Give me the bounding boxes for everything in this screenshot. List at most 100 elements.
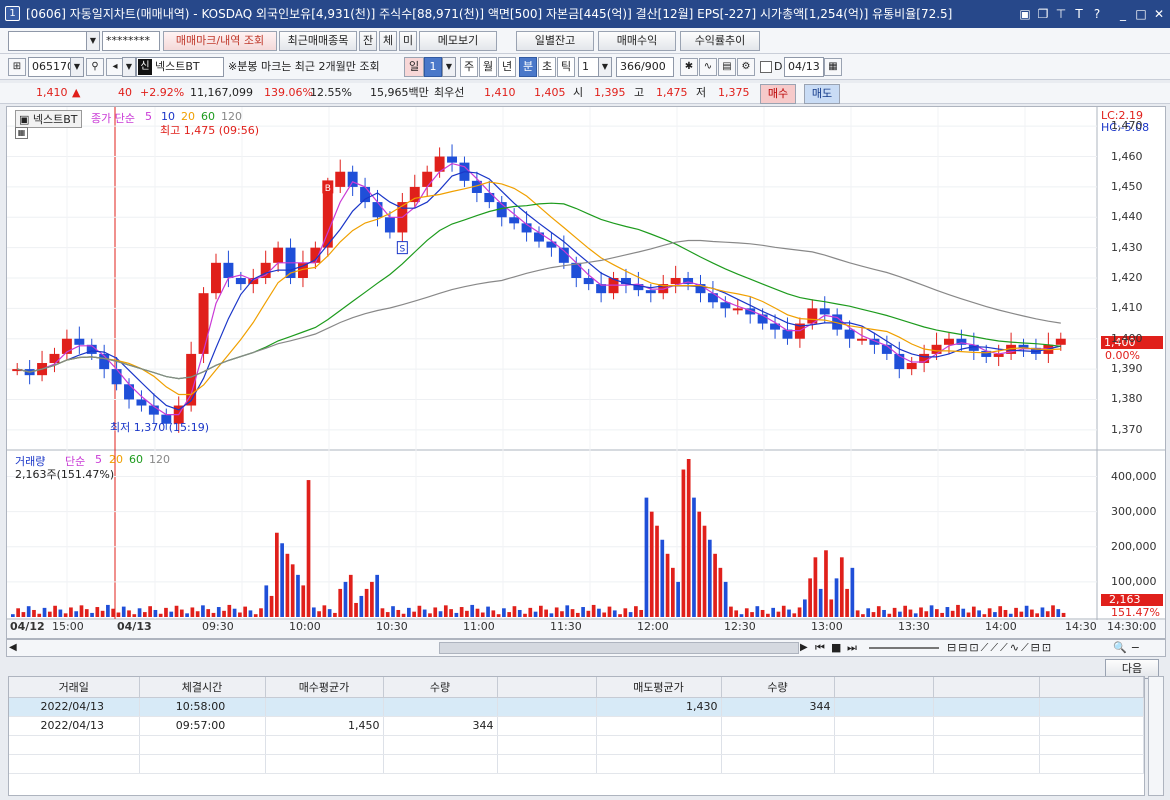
tab-tick[interactable]: 틱 (557, 57, 575, 77)
volume-bar (121, 606, 126, 617)
high-label: 고 (634, 86, 645, 99)
password-field[interactable]: ******** (102, 31, 160, 51)
trade-history-table: 거래일 체결시간 매수평균가 수량 매도평균가 수량 2022/04/13 10… (8, 676, 1145, 796)
time-axis-right: 14:30:00 (1107, 620, 1157, 633)
volume-bar (37, 613, 42, 617)
drawing-tools-icon[interactable]: ⊟⊟⊡⟋⟋⟋∿⟋⊟⊡ (947, 640, 1053, 656)
grid-toggle-icon[interactable]: ▦ (15, 127, 28, 139)
volume-bar (433, 607, 438, 617)
candle-body (186, 353, 197, 406)
scroll-right-icon[interactable]: ▶ (800, 640, 808, 656)
volume-bar (364, 588, 369, 617)
memo-button[interactable]: 메모보기 (419, 31, 497, 51)
table-row[interactable]: 2022/04/13 09:57:00 1,450 344 (9, 716, 1144, 736)
period-dropdown-icon[interactable]: ▼ (442, 57, 456, 77)
price-volume-chart[interactable]: BS (7, 107, 1165, 638)
chart-tool-icon[interactable]: ✱ (680, 58, 698, 76)
time-label-6: 11:00 (463, 620, 495, 633)
forward-icon[interactable]: ⏭ (847, 640, 857, 656)
date-input[interactable]: 04/13 (784, 57, 824, 77)
settings-icon[interactable]: ⚙ (737, 58, 755, 76)
candle-body (372, 202, 383, 218)
tab-week[interactable]: 주 (460, 57, 478, 77)
return-trend-button[interactable]: 수익률추이 (680, 31, 760, 51)
volume-bar (148, 606, 152, 617)
buy-button[interactable]: 매수 (760, 84, 796, 104)
stock-name-box[interactable]: 신 넥스트BT (136, 57, 224, 77)
trade-profit-button[interactable]: 매매수익 (598, 31, 676, 51)
volume-bar (211, 612, 216, 617)
indicator-icon[interactable]: ∿ (699, 58, 717, 76)
mark-history-button[interactable]: 매매마크/내역 조회 (163, 31, 277, 51)
stock-list-icon[interactable]: ⊞ (8, 58, 26, 76)
volume-bar (998, 606, 1003, 617)
speaker-dropdown-icon[interactable]: ▼ (122, 57, 136, 77)
stop-icon[interactable]: ■ (831, 640, 841, 656)
close-icon[interactable]: ✕ (1150, 0, 1168, 28)
volume-bar (42, 607, 47, 617)
volume-bar (354, 602, 358, 617)
account-select[interactable] (8, 31, 88, 51)
volume-bar (74, 611, 79, 617)
d-checkbox[interactable] (760, 61, 772, 73)
recent-trades-button[interactable]: 최근매매종목 (279, 31, 357, 51)
che-button[interactable]: 체 (379, 31, 397, 51)
volume-bar (11, 614, 15, 617)
period-value[interactable]: 1 (424, 57, 442, 77)
account-dropdown-icon[interactable]: ▼ (86, 31, 100, 51)
search-icon[interactable]: ⚲ (86, 58, 104, 76)
chart-area[interactable]: BS ▣ 넥스트BT 종가 단순 5 10 20 60 120 ▦ 최고 1,4… (6, 106, 1166, 639)
candle-body (384, 217, 395, 233)
candle-body (571, 262, 582, 278)
maximize-icon[interactable]: □ (1132, 0, 1150, 28)
tab-minute[interactable]: 분 (519, 57, 537, 77)
jan-button[interactable]: 잔 (359, 31, 377, 51)
volume-bar (723, 581, 728, 617)
calendar-icon[interactable]: ▦ (824, 58, 842, 76)
zoom-slider[interactable] (869, 647, 939, 649)
daily-balance-button[interactable]: 일별잔고 (516, 31, 594, 51)
rewind-icon[interactable]: ⏮ (815, 640, 825, 656)
volume-bar (1061, 612, 1066, 617)
volume-bar (195, 611, 200, 617)
table-row[interactable]: 2022/04/13 10:58:00 1,430 344 (9, 697, 1144, 717)
count-input[interactable]: 366/900 (616, 57, 674, 77)
price-tick-label: 1,470 (1111, 119, 1143, 133)
interval-input[interactable]: 1 (578, 57, 600, 77)
volume-bar (407, 607, 411, 617)
cell-buy-avg (265, 697, 384, 717)
table-scrollbar[interactable] (1148, 676, 1164, 796)
text-icon[interactable]: T (1070, 0, 1088, 28)
volume-bar (861, 614, 865, 617)
volume-bar (766, 613, 770, 617)
help-icon[interactable]: ? (1088, 0, 1106, 28)
tab-second[interactable]: 초 (538, 57, 556, 77)
code-dropdown-icon[interactable]: ▼ (70, 57, 84, 77)
time-label-7: 11:30 (550, 620, 582, 633)
sell-button[interactable]: 매도 (804, 84, 840, 104)
candle-body (447, 156, 458, 163)
cell-blank (497, 697, 597, 717)
chart-stock-name: 넥스트BT (32, 113, 78, 126)
volume-bar (422, 609, 427, 617)
pin-icon[interactable]: ⊤ (1052, 0, 1070, 28)
price-tick-label: 1,390 (1111, 362, 1143, 376)
volume-bar (845, 588, 849, 617)
scroll-left-icon[interactable]: ◀ (9, 640, 17, 656)
volume-bar (111, 608, 116, 617)
chart-scroll-bar[interactable]: ◀ ▶ ⏮ ■ ⏭ ⊟⊟⊡⟋⟋⟋∿⟋⊟⊡ 🔍−+A (6, 639, 1166, 670)
monitor-icon[interactable]: ▣ (1016, 0, 1034, 28)
high-price: 1,475 (656, 86, 688, 99)
period-day-tab[interactable]: 일 (404, 57, 424, 77)
interval-dropdown-icon[interactable]: ▼ (598, 57, 612, 77)
scroll-thumb[interactable] (439, 642, 799, 654)
tab-month[interactable]: 월 (479, 57, 497, 77)
candle-body (944, 338, 954, 345)
minimize-icon[interactable]: _ (1114, 0, 1132, 28)
save-icon[interactable]: ▤ (718, 58, 736, 76)
mi-button[interactable]: 미 (399, 31, 417, 51)
tab-year[interactable]: 년 (498, 57, 516, 77)
stock-code-input[interactable]: 065170 (28, 57, 74, 77)
volume-bar (248, 610, 253, 617)
copy-icon[interactable]: ❐ (1034, 0, 1052, 28)
